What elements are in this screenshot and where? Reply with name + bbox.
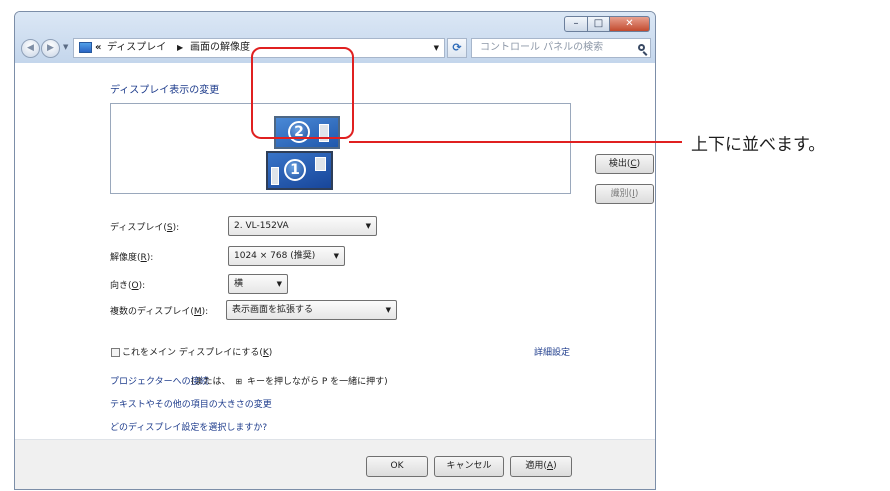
monitor-1[interactable]: 1 — [266, 151, 333, 190]
orientation-select-value: 横 — [234, 279, 244, 289]
callout-text: 上下に並べます。 — [691, 135, 826, 155]
resolution-select-value: 1024 × 768 (推奨) — [234, 251, 316, 261]
hint-text-before: (または、 — [191, 377, 231, 387]
orientation-label: 向き(O): — [110, 281, 146, 291]
chevron-down-icon: ▼ — [276, 280, 282, 288]
monitor-1-number: 1 — [284, 159, 306, 181]
dialog-footer: OK キャンセル 適用(A) — [15, 440, 655, 489]
display-select[interactable]: 2. VL-152VA ▼ — [228, 216, 377, 236]
multiple-displays-select[interactable]: 表示画面を拡張する ▼ — [226, 300, 397, 320]
maximize-button[interactable]: □ — [588, 16, 610, 32]
caption-buttons: – □ ✕ — [564, 16, 650, 32]
breadcrumb-resolution[interactable]: 画面の解像度 — [190, 39, 250, 57]
monitor-1-window-icon-2 — [315, 157, 326, 171]
refresh-button[interactable]: ⟳ — [447, 38, 467, 58]
multiple-displays-select-value: 表示画面を拡張する — [232, 305, 314, 315]
search-input[interactable]: コントロール パネルの検索 — [471, 38, 651, 58]
apply-button[interactable]: 適用(A) — [510, 456, 572, 477]
ok-button[interactable]: OK — [366, 456, 428, 477]
projector-hint: (または、 ⊞ キーを押しながら P を一緒に押す) — [191, 374, 388, 387]
callout-line — [349, 141, 682, 143]
advanced-settings-link[interactable]: 詳細設定 — [534, 345, 570, 358]
detect-button[interactable]: 検出(C) — [595, 154, 654, 174]
main-display-checkbox[interactable] — [111, 348, 120, 357]
monitor-1-window-icon — [271, 167, 279, 185]
display-label: ディスプレイ(S): — [110, 223, 180, 233]
identify-button[interactable]: 識別(I) — [595, 184, 654, 204]
close-button[interactable]: ✕ — [610, 16, 650, 32]
search-placeholder: コントロール パネルの検索 — [480, 42, 604, 53]
chevron-down-icon: ▼ — [333, 252, 339, 260]
resolution-select[interactable]: 1024 × 768 (推奨) ▼ — [228, 246, 345, 266]
callout-highlight-frame — [251, 47, 354, 139]
text-size-link[interactable]: テキストやその他の項目の大きさの変更 — [110, 397, 272, 410]
chevron-down-icon: ▼ — [385, 306, 391, 314]
control-panel-window: – □ ✕ ◀ ▶ ▼ « ディスプレイ ▶ 画面の解像度 ▼ ⟳ コントロール… — [14, 11, 656, 490]
breadcrumb-separator-icon[interactable]: ▶ — [177, 39, 183, 57]
multiple-displays-label: 複数のディスプレイ(M): — [110, 307, 209, 317]
breadcrumb-display[interactable]: ディスプレイ — [107, 39, 166, 57]
search-icon[interactable] — [638, 44, 645, 51]
minimize-button[interactable]: – — [564, 16, 588, 32]
chevron-down-icon: ▼ — [365, 222, 371, 230]
breadcrumb-overflow[interactable]: « — [95, 39, 101, 57]
history-dropdown-icon[interactable]: ▼ — [63, 43, 68, 51]
resolution-label: 解像度(R): — [110, 253, 154, 263]
orientation-select[interactable]: 横 ▼ — [228, 274, 288, 294]
forward-button[interactable]: ▶ — [41, 39, 60, 58]
control-panel-icon — [79, 42, 92, 53]
display-select-value: 2. VL-152VA — [234, 221, 289, 231]
windows-key-icon: ⊞ — [235, 377, 243, 386]
main-display-label[interactable]: これをメイン ディスプレイにする(K) — [122, 345, 272, 358]
choose-settings-link[interactable]: どのディスプレイ設定を選択しますか? — [110, 420, 267, 433]
address-dropdown-icon[interactable]: ▼ — [434, 39, 439, 57]
back-button[interactable]: ◀ — [21, 39, 40, 58]
page-title: ディスプレイ表示の変更 — [110, 85, 220, 96]
hint-text-after: キーを押しながら P を一緒に押す) — [246, 377, 388, 387]
cancel-button[interactable]: キャンセル — [434, 456, 504, 477]
